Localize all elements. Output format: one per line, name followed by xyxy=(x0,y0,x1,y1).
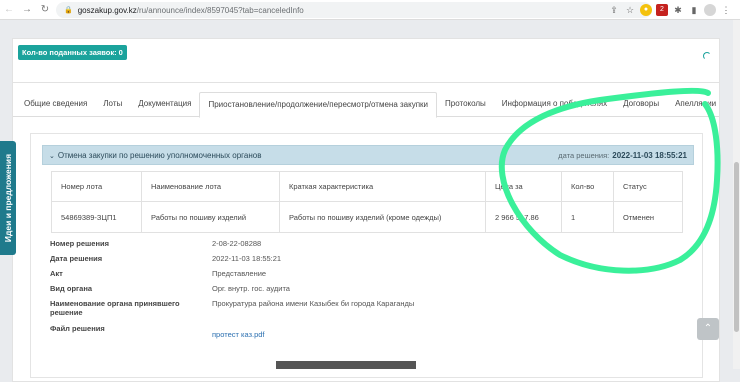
tab-general[interactable]: Общие сведения xyxy=(16,92,95,117)
tab-bar: Общие сведения Лоты Документация Приоста… xyxy=(13,92,719,118)
tab-protocols[interactable]: Протоколы xyxy=(437,92,494,117)
main-panel: Общие сведения Лоты Документация Приоста… xyxy=(12,82,720,382)
column-header: Номер лота xyxy=(51,171,142,202)
table-row: 54869389-ЗЦП1 Работы по пошиву изделий Р… xyxy=(51,201,683,233)
back-icon[interactable]: ← xyxy=(0,0,18,20)
table-cell: Отменен xyxy=(613,201,683,233)
lock-icon[interactable]: 🔒 xyxy=(64,6,73,14)
tab-winners[interactable]: Информация о победителях xyxy=(494,92,615,117)
section-title: Отмена закупки по решению уполномоченных… xyxy=(57,150,262,160)
column-header: Наименование лота xyxy=(141,171,280,202)
detail-row: Наименование органа принявшего решение П… xyxy=(50,299,690,323)
tab-suspension-cancellation[interactable]: Приостановление/продолжение/пересмотр/от… xyxy=(199,92,438,118)
ideas-feedback-tab[interactable]: Идеи и предложения xyxy=(0,141,16,255)
detail-value: Представление xyxy=(212,269,267,278)
table-cell: 1 xyxy=(561,201,614,233)
detail-row: Дата решения 2022-11-03 18:55:21 xyxy=(50,254,690,268)
scroll-thumb[interactable] xyxy=(734,162,739,332)
scroll-to-top-button[interactable]: ⌃ xyxy=(697,318,719,340)
detail-label: Вид органа xyxy=(50,284,93,293)
share-icon[interactable]: ⇪ xyxy=(608,4,620,16)
decision-date-value: 2022-11-03 18:55:21 xyxy=(612,150,687,160)
tab-appeals[interactable]: Апелляции xyxy=(667,92,724,117)
detail-value: Прокуратура района имени Казыбек би горо… xyxy=(212,299,415,308)
detail-label: Дата решения xyxy=(50,254,103,263)
profile-avatar[interactable] xyxy=(704,4,716,16)
detail-label: Номер решения xyxy=(50,239,109,248)
extension-badge-icon[interactable]: 2 xyxy=(656,4,668,16)
tab-lots[interactable]: Лоты xyxy=(95,92,130,117)
table-header-row: Номер лота Наименование лота Краткая хар… xyxy=(51,171,683,202)
chevron-down-icon: ⌄ xyxy=(49,152,55,160)
tab-documentation[interactable]: Документация xyxy=(130,92,199,117)
forward-icon[interactable]: → xyxy=(18,0,36,20)
detail-label: Наименование органа принявшего решение xyxy=(50,299,180,317)
sidepanel-icon[interactable]: ▮ xyxy=(688,4,700,16)
ideas-feedback-label: Идеи и предложения xyxy=(3,153,13,243)
detail-row: Файл решения протест каз.pdf xyxy=(50,324,690,339)
browser-toolbar: ← → ↻ 🔒 goszakup.gov.kz/ru/announce/inde… xyxy=(0,0,740,20)
table-cell: 2 966 517.86 xyxy=(485,201,562,233)
page: Кол-во поданных заявок: 0 Общие сведения… xyxy=(0,20,740,382)
table-cell: 54869389-ЗЦП1 xyxy=(51,201,142,233)
language-bar xyxy=(276,361,416,369)
lots-table: Номер лота Наименование лота Краткая хар… xyxy=(51,171,683,233)
column-header: Цена за xyxy=(485,171,562,202)
menu-kebab-icon[interactable]: ⋮ xyxy=(720,4,732,16)
loading-spinner-icon xyxy=(703,52,711,60)
section-header[interactable]: ⌄ Отмена закупки по решению уполномоченны… xyxy=(42,145,694,165)
url-host: goszakup.gov.kz xyxy=(77,5,137,15)
reload-icon[interactable]: ↻ xyxy=(36,0,54,20)
detail-value: 2-08-22-08288 xyxy=(212,239,262,248)
decision-details: Номер решения 2-08-22-08288 Дата решения… xyxy=(50,239,690,340)
url-path: /ru/announce/index/8597045?tab=canceledI… xyxy=(136,5,304,15)
column-header: Статус xyxy=(613,171,683,202)
detail-row: Акт Представление xyxy=(50,269,690,283)
tab-contracts[interactable]: Договоры xyxy=(615,92,667,117)
scrollbar[interactable] xyxy=(733,20,740,369)
column-header: Краткая характеристика xyxy=(279,171,486,202)
table-cell: Работы по пошиву изделий (кроме одежды) xyxy=(279,201,486,233)
detail-row: Вид органа Орг. внутр. гос. аудита xyxy=(50,284,690,298)
detail-label: Файл решения xyxy=(50,324,105,333)
decision-file-link[interactable]: протест каз.pdf xyxy=(212,330,265,339)
bookmark-star-icon[interactable]: ☆ xyxy=(624,4,636,16)
puzzle-extensions-icon[interactable]: ✱ xyxy=(672,4,684,16)
table-cell: Работы по пошиву изделий xyxy=(141,201,280,233)
info-panel: Кол-во поданных заявок: 0 xyxy=(12,38,720,88)
detail-label: Акт xyxy=(50,269,63,278)
detail-row: Номер решения 2-08-22-08288 xyxy=(50,239,690,253)
column-header: Кол-во xyxy=(561,171,614,202)
cancellation-section: ⌄ Отмена закупки по решению уполномоченны… xyxy=(30,133,703,378)
detail-value: 2022-11-03 18:55:21 xyxy=(212,254,282,263)
applications-count-badge: Кол-во поданных заявок: 0 xyxy=(18,45,127,60)
address-bar[interactable]: 🔒 goszakup.gov.kz/ru/announce/index/8597… xyxy=(56,2,652,18)
decision-date-label: дата решения: xyxy=(558,150,610,160)
detail-value: Орг. внутр. гос. аудита xyxy=(212,284,290,293)
extension-icon[interactable]: ● xyxy=(640,4,652,16)
